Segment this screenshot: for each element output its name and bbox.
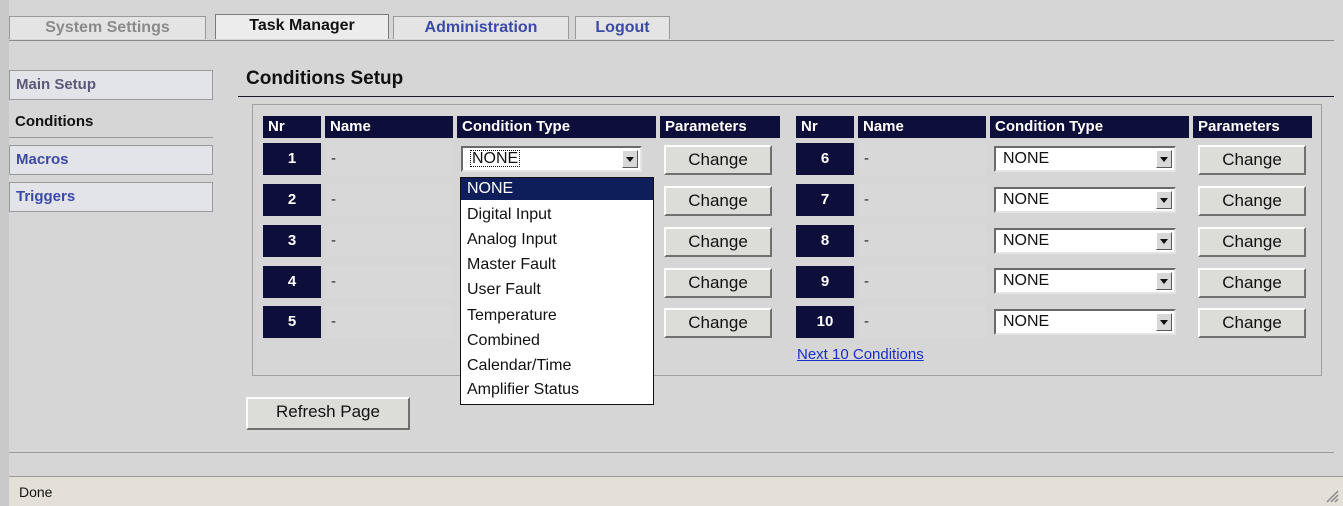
header-name: Name [325,116,453,138]
row-name: - [325,143,453,175]
dropdown-option[interactable]: Calendar/Time [461,355,653,377]
row-nr: 7 [796,184,854,216]
header-parameters: Parameters [1193,116,1312,138]
sidebar-item-triggers[interactable]: Triggers [9,182,213,212]
change-button[interactable]: Change [664,227,772,257]
resize-grip-icon[interactable] [1323,487,1339,503]
condition-type-select[interactable]: NONE [461,146,642,172]
condition-type-select[interactable]: NONE [994,268,1176,294]
row-name: - [325,266,453,298]
select-value: NONE [1003,150,1050,167]
tab-task-manager[interactable]: Task Manager [215,14,389,39]
row-name: - [325,225,453,257]
dropdown-option[interactable]: Temperature [461,305,653,327]
condition-type-select[interactable]: NONE [994,187,1176,213]
chevron-down-icon[interactable] [1156,313,1172,331]
title-underline [238,96,1334,97]
row-name: - [325,184,453,216]
chevron-down-icon[interactable] [622,150,638,168]
row-name: - [858,225,986,257]
chevron-down-icon[interactable] [1156,150,1172,168]
divider [9,452,1334,453]
dropdown-option[interactable]: Amplifier Status [461,379,653,401]
condition-type-select[interactable]: NONE [994,228,1176,254]
row-name: - [858,143,986,175]
dropdown-option[interactable]: Digital Input [461,204,653,226]
row-name: - [858,184,986,216]
row-nr: 4 [263,266,321,298]
change-button[interactable]: Change [1198,268,1306,298]
select-value: NONE [1003,232,1050,249]
select-value: NONE [1003,313,1050,330]
condition-type-select[interactable]: NONE [994,309,1176,335]
condition-type-dropdown: NONE Digital Input Analog Input Master F… [460,177,654,405]
header-name: Name [858,116,986,138]
row-nr: 2 [263,184,321,216]
status-text: Done [19,484,53,500]
next-conditions-link[interactable]: Next 10 Conditions [797,346,924,363]
select-value: NONE [470,150,521,167]
change-button[interactable]: Change [664,268,772,298]
change-button[interactable]: Change [1198,308,1306,338]
row-nr: 3 [263,225,321,257]
header-parameters: Parameters [660,116,780,138]
sidebar-item-label: Conditions [15,113,94,130]
tab-divider [9,40,1334,41]
header-condition-type: Condition Type [990,116,1189,138]
chevron-down-icon[interactable] [1156,272,1172,290]
dropdown-option[interactable]: User Fault [461,279,653,301]
select-value: NONE [1003,191,1050,208]
sidebar-item-macros[interactable]: Macros [9,145,213,175]
sidebar-item-conditions[interactable]: Conditions [9,108,213,138]
change-button[interactable]: Change [1198,145,1306,175]
tab-logout[interactable]: Logout [575,16,670,39]
header-condition-type: Condition Type [457,116,656,138]
change-button[interactable]: Change [664,186,772,216]
dropdown-option[interactable]: NONE [461,178,653,200]
chevron-down-icon[interactable] [1156,232,1172,250]
row-name: - [858,266,986,298]
change-button[interactable]: Change [664,308,772,338]
chevron-down-icon[interactable] [1156,191,1172,209]
change-button[interactable]: Change [1198,186,1306,216]
row-name: - [858,306,986,338]
select-value: NONE [1003,272,1050,289]
status-bar: Done [9,476,1343,506]
row-nr: 5 [263,306,321,338]
row-nr: 1 [263,143,321,175]
row-name: - [325,306,453,338]
row-nr: 10 [796,306,854,338]
row-nr: 9 [796,266,854,298]
condition-type-select[interactable]: NONE [994,146,1176,172]
divider [9,137,213,138]
change-button[interactable]: Change [664,145,772,175]
dropdown-option[interactable]: Analog Input [461,229,653,251]
page-title: Conditions Setup [246,68,404,89]
tab-system-settings[interactable]: System Settings [9,16,206,39]
change-button[interactable]: Change [1198,227,1306,257]
header-nr: Nr [796,116,854,138]
dropdown-option[interactable]: Master Fault [461,254,653,276]
row-nr: 6 [796,143,854,175]
sidebar-item-main-setup[interactable]: Main Setup [9,70,213,100]
tab-administration[interactable]: Administration [393,16,569,39]
row-nr: 8 [796,225,854,257]
refresh-page-button[interactable]: Refresh Page [246,397,410,430]
dropdown-option[interactable]: Combined [461,330,653,352]
header-nr: Nr [263,116,321,138]
